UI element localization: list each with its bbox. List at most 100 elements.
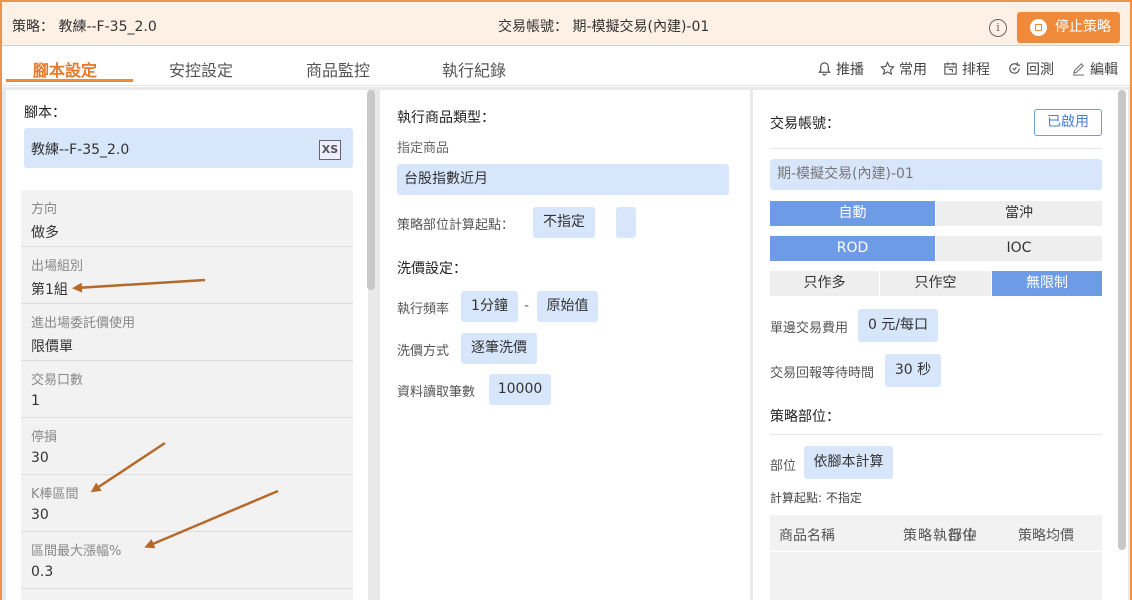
position-table: 商品名稱 部位 策略均價 策略執行中 xyxy=(770,515,1102,600)
position-select[interactable]: 依腳本計算 xyxy=(804,446,893,479)
col-avg-price: 策略均價 xyxy=(1018,528,1074,544)
enabled-button[interactable]: 已啟用 xyxy=(1034,109,1102,136)
field-value: 30 xyxy=(31,450,49,466)
mode-daytrade-option[interactable]: 當沖 xyxy=(936,201,1102,226)
mode-auto-option[interactable]: 自動 xyxy=(770,201,935,226)
edit-button[interactable]: 編輯 xyxy=(1071,59,1118,79)
calendar-icon xyxy=(944,62,957,75)
field-value: 30 xyxy=(31,507,49,523)
field-stop-loss: 停損 30 xyxy=(21,418,353,475)
favorite-label: 常用 xyxy=(899,62,927,78)
wash-method-label: 洗價方式 xyxy=(397,344,450,359)
stop-icon xyxy=(1030,19,1047,36)
account-panel-scrollbar[interactable] xyxy=(1118,90,1126,550)
script-name: 教練--F-35_2.0 xyxy=(31,142,130,158)
header-bar: 策略： 教練--F-35_2.0 交易帳號： 期-模擬交易(內建)-01 i 停… xyxy=(2,2,1130,46)
xs-icon[interactable]: XS xyxy=(319,140,341,160)
position-calc-select[interactable]: 不指定 xyxy=(533,207,595,238)
order-rod-option[interactable]: ROD xyxy=(770,236,935,261)
stop-strategy-label: 停止策略 xyxy=(1055,19,1111,35)
schedule-label: 排程 xyxy=(962,62,990,78)
strategy-label: 策略： 教練--F-35_2.0 xyxy=(12,19,157,35)
field-order-price-type: 進出場委託價使用 限價單 xyxy=(21,304,353,361)
app-window: 策略： 教練--F-35_2.0 交易帳號： 期-模擬交易(內建)-01 i 停… xyxy=(0,0,1132,600)
read-count-input[interactable]: 10000 xyxy=(489,374,551,405)
fee-input[interactable]: 0 元/每口 xyxy=(858,309,938,342)
field-max-range-rise: 區間最大漲幅% 0.3 xyxy=(21,532,353,589)
field-k-bar-range: K棒區間 30 xyxy=(21,475,353,532)
refresh-icon xyxy=(1009,62,1021,74)
field-value: 0.3 xyxy=(31,564,54,580)
freq-dash: - xyxy=(524,298,530,314)
field-label: 交易口數 xyxy=(31,373,84,388)
account-panel: 交易帳號： 已啟用 期-模擬交易(內建)-01 自動 當沖 ROD IOC 只作… xyxy=(753,90,1128,600)
field-lots: 交易口數 1 xyxy=(21,361,353,418)
tab-bar: 腳本設定 安控設定 商品監控 執行紀錄 推播 常用 排程 回測 編輯 xyxy=(2,47,1130,86)
account-label: 交易帳號： 期-模擬交易(內建)-01 xyxy=(498,19,710,35)
direction-short-only-option[interactable]: 只作空 xyxy=(880,271,991,296)
field-label: 出場組別 xyxy=(31,259,84,274)
content-area: 腳本： 教練--F-35_2.0 XS 方向做多 出場組別第1組 進出場委託價使… xyxy=(2,87,1130,600)
order-ioc-option[interactable]: IOC xyxy=(936,236,1102,261)
tab-product-monitor[interactable]: 商品監控 xyxy=(306,57,370,81)
position-calc-label: 策略部位計算起點： xyxy=(397,218,515,233)
field-label: 區間最大漲幅% xyxy=(31,544,122,559)
backtest-label: 回測 xyxy=(1026,62,1054,78)
field-value: 第1組 xyxy=(31,282,68,298)
divider xyxy=(770,148,1102,149)
position-label: 部位 xyxy=(770,459,797,474)
account-title: 交易帳號： xyxy=(770,116,840,132)
product-type-title: 執行商品類型： xyxy=(397,110,495,126)
field-label: K棒區間 xyxy=(31,487,79,502)
exec-freq-select[interactable]: 1分鐘 xyxy=(461,291,518,322)
table-divider xyxy=(770,551,1102,552)
field-value: 1 xyxy=(31,393,40,409)
product-panel: 執行商品類型： 指定商品 台股指數近月 策略部位計算起點： 不指定 洗價設定： … xyxy=(380,90,750,600)
active-tab-underline xyxy=(6,79,133,82)
tab-script-settings[interactable]: 腳本設定 xyxy=(33,57,97,81)
stop-strategy-button[interactable]: 停止策略 xyxy=(1017,12,1120,43)
favorite-button[interactable]: 常用 xyxy=(880,59,927,79)
tab-execution-log[interactable]: 執行紀錄 xyxy=(442,57,506,81)
field-value: 做多 xyxy=(31,225,59,241)
position-title: 策略部位： xyxy=(770,409,840,425)
script-title: 腳本： xyxy=(24,105,66,121)
backtest-button[interactable]: 回測 xyxy=(1007,59,1054,79)
direction-unlimited-option[interactable]: 無限制 xyxy=(992,271,1102,296)
pencil-icon xyxy=(1072,63,1085,76)
field-exit-group: 出場組別第1組 xyxy=(21,247,353,304)
read-count-label: 資料讀取筆數 xyxy=(397,385,476,400)
product-select[interactable]: 台股指數近月 xyxy=(397,164,729,195)
calc-start-text: 計算起點: 不指定 xyxy=(770,491,862,505)
price-source-select[interactable]: 原始值 xyxy=(537,291,598,322)
star-icon xyxy=(880,61,895,76)
fee-label: 單邊交易費用 xyxy=(770,321,849,336)
account-select[interactable]: 期-模擬交易(內建)-01 xyxy=(770,159,1102,190)
tab-safety-settings[interactable]: 安控設定 xyxy=(169,57,233,81)
push-button[interactable]: 推播 xyxy=(817,59,864,79)
bell-icon xyxy=(818,62,831,76)
field-label: 進出場委託價使用 xyxy=(31,316,136,331)
script-panel: 腳本： 教練--F-35_2.0 XS 方向做多 出場組別第1組 進出場委託價使… xyxy=(6,90,368,600)
script-name-box[interactable]: 教練--F-35_2.0 XS xyxy=(24,128,353,168)
field-direction: 方向 做多 xyxy=(21,190,353,247)
wait-input[interactable]: 30 秒 xyxy=(885,354,941,387)
script-panel-scrollbar[interactable] xyxy=(367,90,375,290)
direction-long-only-option[interactable]: 只作多 xyxy=(770,271,879,296)
field-value: 限價單 xyxy=(31,339,73,355)
col-product-name: 商品名稱 xyxy=(779,528,835,544)
info-icon[interactable]: i xyxy=(989,19,1007,37)
divider xyxy=(770,434,1102,435)
position-calc-extra[interactable] xyxy=(616,207,636,238)
wash-settings-title: 洗價設定： xyxy=(397,261,467,277)
wash-method-select[interactable]: 逐筆洗價 xyxy=(461,333,537,364)
running-status: 策略執行中 xyxy=(903,528,978,544)
schedule-button[interactable]: 排程 xyxy=(943,59,990,79)
field-label: 停損 xyxy=(31,430,58,445)
product-label: 指定商品 xyxy=(397,141,450,156)
push-label: 推播 xyxy=(836,62,864,78)
exec-freq-label: 執行頻率 xyxy=(397,302,450,317)
wait-label: 交易回報等待時間 xyxy=(770,366,875,381)
script-parameter-list: 方向做多 出場組別第1組 進出場委託價使用 限價單 交易口數 1 停損 30 K棒區間… xyxy=(21,190,353,600)
field-label: 方向 xyxy=(31,202,58,217)
